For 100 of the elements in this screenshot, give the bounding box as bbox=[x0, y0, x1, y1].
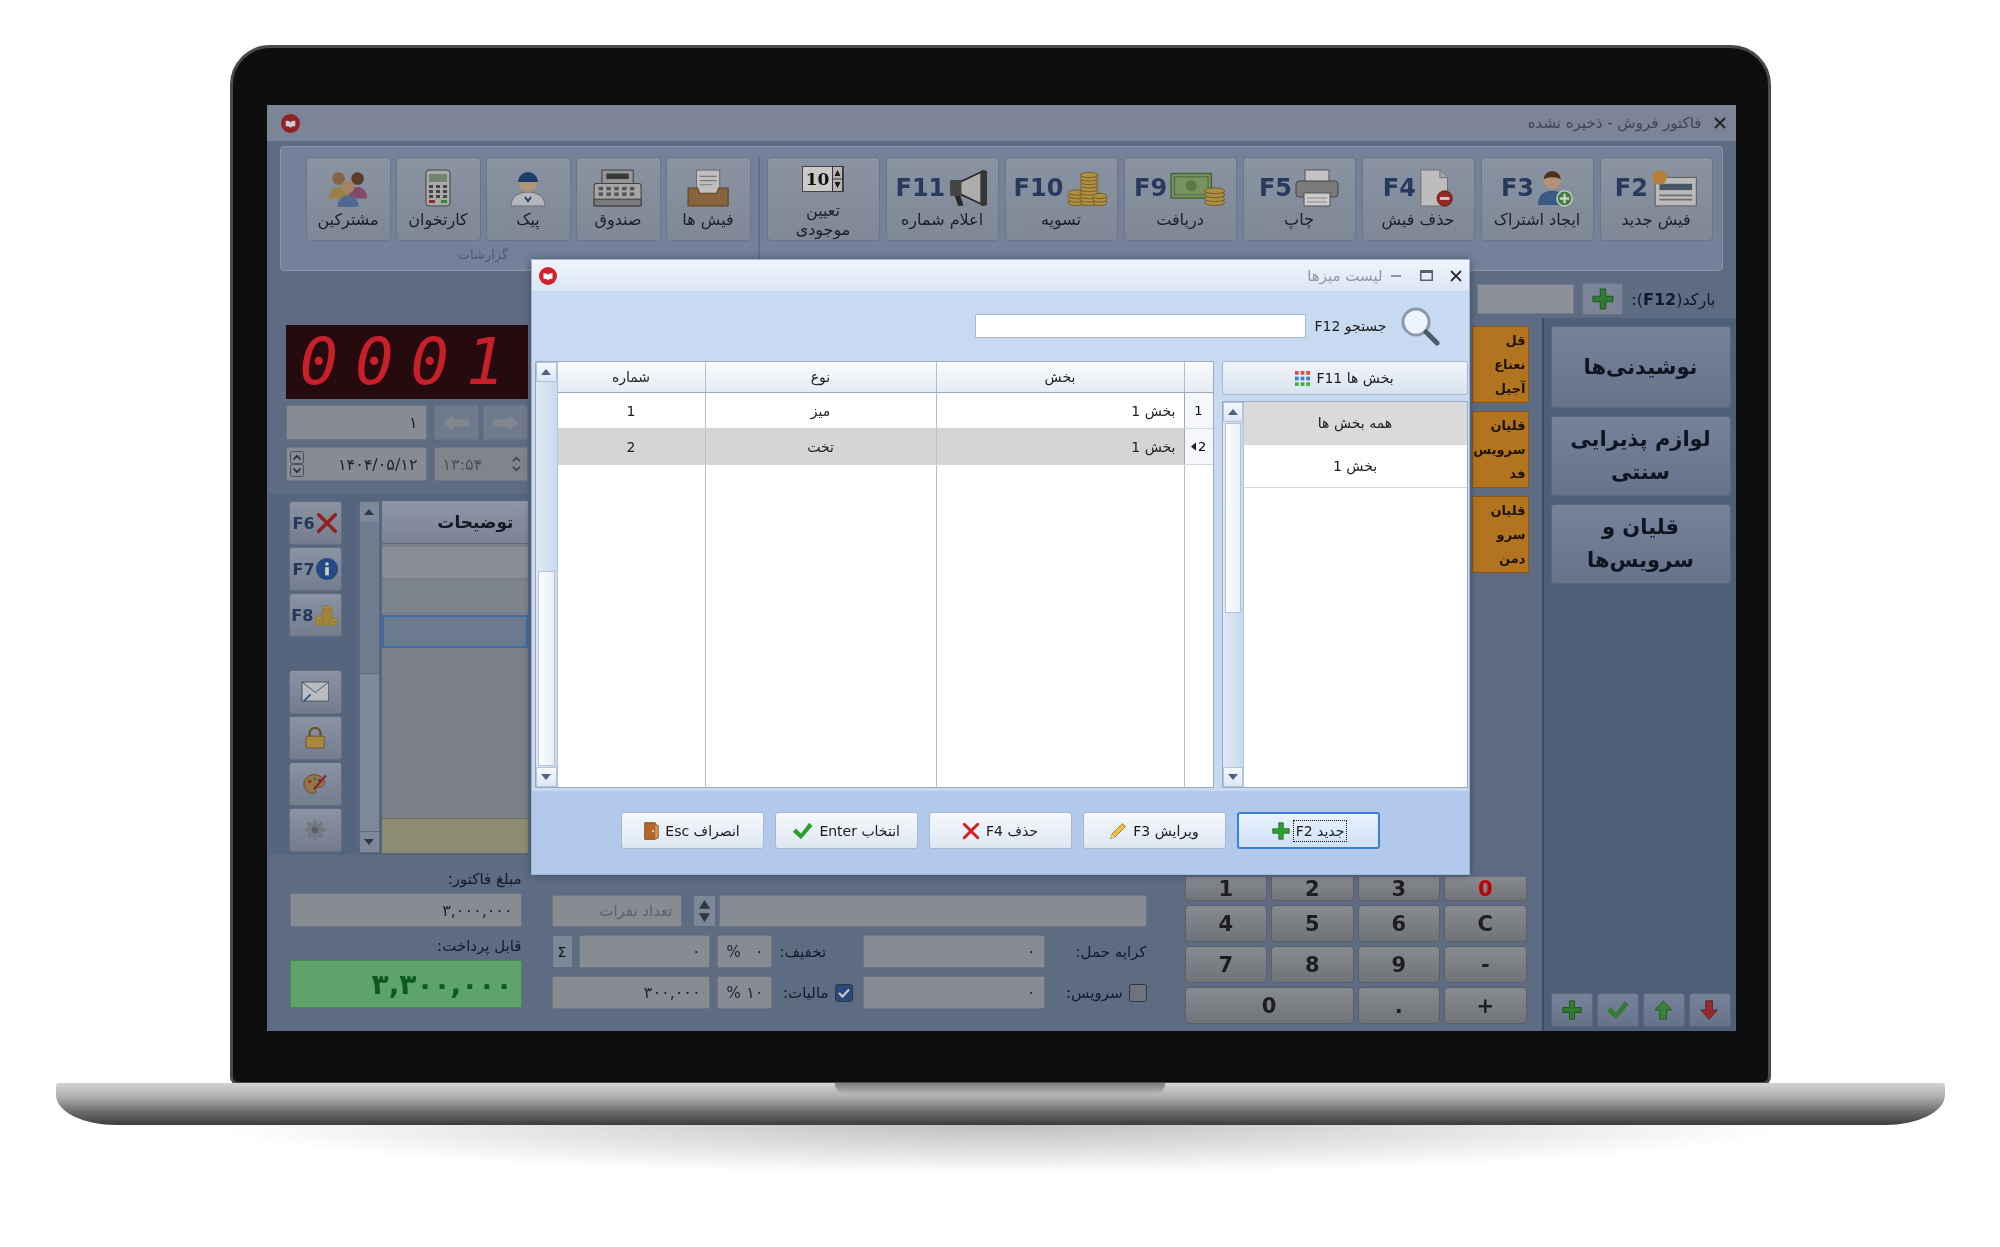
category-button[interactable]: قلیان و سرویس‌ها bbox=[1550, 504, 1731, 584]
settings-button[interactable] bbox=[288, 808, 342, 852]
dialog-button[interactable]: جدید F2 bbox=[1236, 812, 1380, 849]
function-button[interactable]: F6 bbox=[288, 501, 342, 545]
scrollbar-thumb[interactable] bbox=[359, 673, 379, 832]
tax-percent-field[interactable]: % ۱۰ bbox=[716, 976, 772, 1009]
column-header[interactable]: شماره bbox=[557, 362, 705, 392]
down-arrow-icon bbox=[1700, 1000, 1719, 1020]
up-down-arrows-icon bbox=[698, 900, 710, 922]
scroll-down-button[interactable] bbox=[359, 832, 379, 852]
maximize-icon[interactable] bbox=[1419, 270, 1433, 281]
tax-amount-field[interactable]: ۳۰۰,۰۰۰ bbox=[551, 976, 710, 1009]
table-cell-text: 1 bbox=[625, 401, 637, 421]
keypad-key[interactable]: C bbox=[1444, 905, 1527, 942]
next-button[interactable] bbox=[482, 405, 528, 440]
dialog-button[interactable]: انتخاب Enter bbox=[774, 812, 918, 849]
dialog-button[interactable]: حذف F4 bbox=[928, 812, 1072, 849]
scroll-down-button[interactable] bbox=[535, 767, 557, 787]
percent-sign: % bbox=[726, 942, 741, 961]
up-arrow-icon bbox=[364, 509, 374, 515]
add-button[interactable] bbox=[1582, 283, 1624, 315]
lock-button[interactable] bbox=[288, 716, 342, 760]
description-field[interactable] bbox=[718, 895, 1147, 927]
scroll-down-button[interactable] bbox=[1222, 767, 1243, 787]
invoice-number-field[interactable]: ۱ bbox=[285, 405, 427, 440]
card-terminal-icon bbox=[425, 169, 451, 208]
check-icon bbox=[1605, 1000, 1630, 1020]
toolbar-button[interactable]: صندوق bbox=[575, 157, 661, 241]
toolbar-button[interactable]: فیش ها bbox=[665, 157, 751, 241]
scroll-up-button[interactable] bbox=[359, 502, 379, 522]
close-icon[interactable] bbox=[1449, 269, 1462, 282]
up-down-arrows-icon bbox=[510, 454, 522, 474]
service-field[interactable]: ۰ bbox=[862, 976, 1045, 1009]
keypad-key[interactable]: 3 bbox=[1357, 877, 1440, 901]
keypad-key[interactable]: 5 bbox=[1271, 905, 1354, 942]
product-tile[interactable]: قلیان سرو دمن bbox=[1471, 496, 1529, 573]
x-mark-icon bbox=[962, 821, 981, 840]
toolbar-button[interactable]: مشترکین bbox=[305, 157, 391, 241]
scrollbar-thumb[interactable] bbox=[1224, 423, 1241, 613]
move-up-button[interactable] bbox=[1642, 993, 1685, 1027]
row-header[interactable]: 1 bbox=[1183, 393, 1213, 428]
dialog-button[interactable]: انصراف Esc bbox=[620, 812, 764, 849]
previous-button[interactable] bbox=[433, 405, 479, 440]
keypad-key[interactable]: 8 bbox=[1271, 946, 1354, 983]
row-header[interactable]: 2 bbox=[1183, 429, 1213, 464]
list-item[interactable]: همه بخش ها bbox=[1243, 402, 1467, 445]
receipt-tray-icon bbox=[686, 169, 730, 208]
minimize-icon[interactable] bbox=[1390, 274, 1401, 277]
keypad-key[interactable]: . bbox=[1357, 987, 1440, 1024]
scrollbar[interactable] bbox=[358, 501, 380, 853]
function-button[interactable]: F8 bbox=[288, 593, 342, 637]
keypad-key[interactable]: 1 bbox=[1184, 877, 1267, 901]
plus-icon bbox=[1561, 1000, 1582, 1020]
palette-button[interactable] bbox=[288, 762, 342, 806]
column-header[interactable]: نوع bbox=[704, 362, 936, 392]
keypad-key[interactable]: 4 bbox=[1184, 905, 1267, 942]
keypad-key[interactable]: 6 bbox=[1357, 905, 1440, 942]
scroll-up-button[interactable] bbox=[535, 362, 557, 382]
scroll-up-button[interactable] bbox=[1222, 402, 1243, 422]
list-item[interactable]: بخش 1 bbox=[1243, 445, 1467, 488]
product-tile[interactable]: قل نعناع آجیل bbox=[1471, 326, 1529, 403]
sections-button[interactable]: بخش ها F11 bbox=[1221, 361, 1468, 395]
toolbar-button[interactable]: کارتخوان bbox=[395, 157, 481, 241]
add-button[interactable] bbox=[1550, 993, 1593, 1027]
barcode-field[interactable] bbox=[1477, 284, 1575, 314]
keypad-key[interactable]: 2 bbox=[1271, 877, 1354, 901]
up-down-arrows-icon bbox=[832, 165, 844, 192]
dialog-button[interactable]: ویرایش F3 bbox=[1082, 812, 1226, 849]
scrollbar-thumb[interactable] bbox=[537, 571, 555, 766]
shipping-field[interactable]: ۰ bbox=[862, 935, 1045, 968]
keypad-key[interactable]: 9 bbox=[1357, 946, 1440, 983]
discount-amount-field[interactable]: ۰ bbox=[578, 935, 710, 968]
discount-percent-field[interactable]: % ۰ bbox=[716, 935, 772, 968]
product-tile[interactable]: قلیان سرویس فد bbox=[1471, 411, 1529, 488]
scrollbar[interactable] bbox=[1222, 402, 1244, 787]
move-down-button[interactable] bbox=[1688, 993, 1731, 1027]
mail-button[interactable] bbox=[288, 670, 342, 714]
keypad-key[interactable]: 0 bbox=[1184, 987, 1354, 1024]
sum-button[interactable]: Σ bbox=[551, 935, 573, 968]
search-field[interactable] bbox=[974, 314, 1306, 338]
column-header[interactable]: توضیحات bbox=[381, 501, 528, 544]
current-row-icon bbox=[1190, 442, 1197, 451]
category-button[interactable]: لوازم پذیرایی سنتی bbox=[1550, 416, 1731, 496]
table-row[interactable] bbox=[381, 615, 528, 648]
keypad-key[interactable]: + bbox=[1444, 987, 1527, 1024]
category-button[interactable]: نوشیدنی‌ها bbox=[1550, 326, 1731, 408]
function-button[interactable]: F7 bbox=[288, 547, 342, 591]
toolbar-button[interactable]: پیک bbox=[485, 157, 571, 241]
down-arrow-icon bbox=[364, 839, 374, 845]
keypad-key[interactable]: 7 bbox=[1184, 946, 1267, 983]
checkbox[interactable] bbox=[1128, 983, 1147, 1002]
date-field[interactable]: ۱۴۰۴/۰۵/۱۲ bbox=[285, 447, 427, 481]
keypad-key[interactable]: - bbox=[1444, 946, 1527, 983]
table-cell: تخت bbox=[704, 429, 936, 464]
megaphone-icon bbox=[948, 169, 989, 208]
spinner-button[interactable] bbox=[692, 895, 716, 927]
checkbox[interactable] bbox=[834, 983, 853, 1002]
column-header[interactable]: بخش bbox=[935, 362, 1184, 392]
scrollbar[interactable] bbox=[535, 362, 558, 787]
confirm-button[interactable] bbox=[1596, 993, 1639, 1027]
